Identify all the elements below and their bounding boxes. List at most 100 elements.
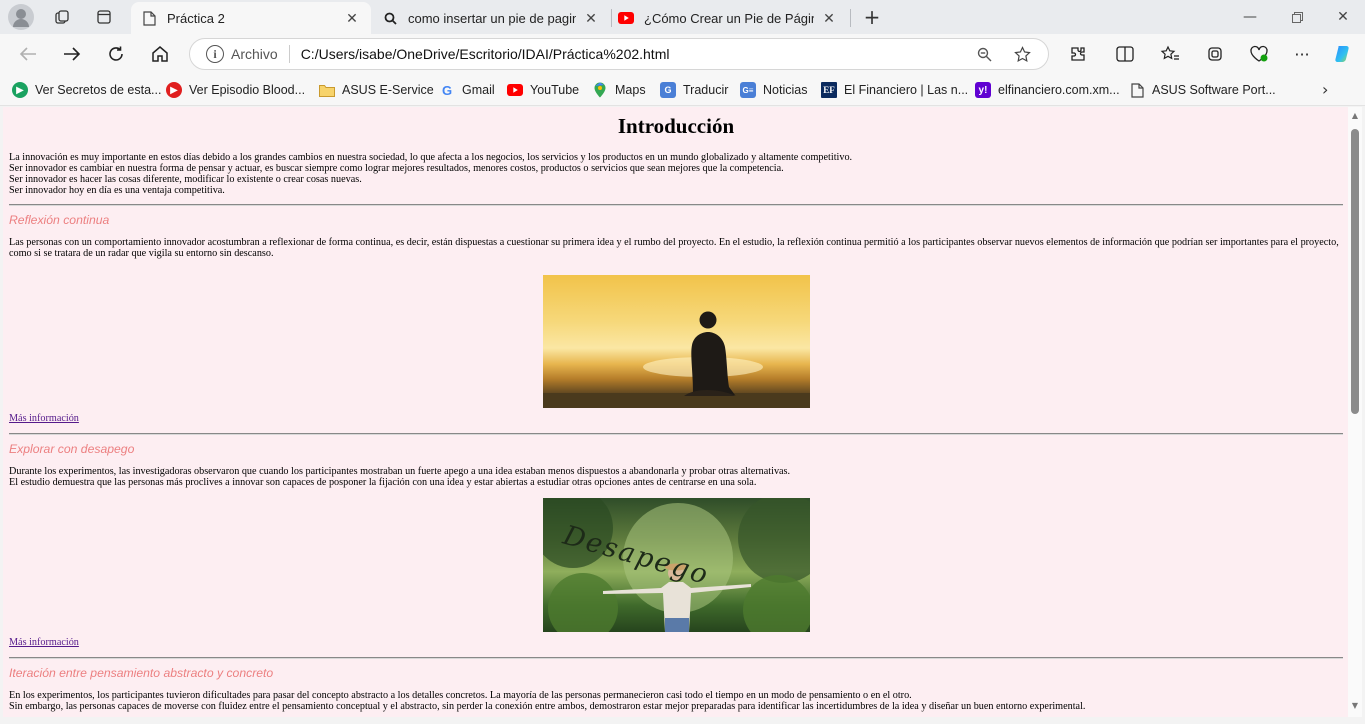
reflection-sunset-image — [542, 275, 810, 408]
folder-icon — [319, 82, 335, 98]
new-tab-button[interactable]: + — [860, 5, 884, 29]
bookmark-label: Gmail — [462, 83, 495, 97]
restore-icon[interactable] — [1285, 5, 1309, 29]
youtube-icon — [618, 10, 634, 26]
settings-more-icon[interactable]: ··· — [1290, 42, 1314, 66]
workspaces-icon[interactable] — [50, 5, 74, 29]
section-paragraph: Durante los experimentos, las investigad… — [9, 466, 791, 477]
intro-line: Ser innovador hoy en día es una ventaja … — [9, 185, 225, 196]
section-body: Durante los experimentos, las investigad… — [9, 466, 1343, 488]
bookmark-label: Ver Secretos de esta... — [35, 83, 162, 97]
bookmark-label: Ver Episodio Blood... — [189, 83, 306, 97]
address-bar[interactable]: i Archivo C:/Users/isabe/OneDrive/Escrit… — [189, 38, 1049, 70]
intro-line: Ser innovador es cambiar en nuestra form… — [9, 163, 784, 174]
page-content: Introducción La innovación es muy import… — [9, 107, 1343, 717]
bookmark-item[interactable]: y! elfinanciero.com.xm... — [975, 81, 1120, 99]
minimize-icon[interactable]: — — [1238, 5, 1262, 29]
close-tab-icon[interactable]: ✕ — [582, 10, 600, 27]
divider — [9, 204, 1343, 206]
favorites-icon[interactable] — [1158, 42, 1182, 66]
home-icon[interactable] — [146, 40, 174, 68]
profile-avatar-icon[interactable] — [8, 4, 34, 30]
scroll-up-icon[interactable]: ▲ — [1350, 111, 1360, 121]
scrollbar-thumb[interactable] — [1351, 129, 1359, 414]
page-icon — [1129, 82, 1145, 98]
close-tab-icon[interactable]: ✕ — [820, 10, 838, 27]
bookmark-item[interactable]: ASUS E-Service — [319, 81, 434, 99]
bookmark-item[interactable]: G Traducir — [660, 81, 728, 99]
refresh-icon[interactable] — [102, 40, 130, 68]
news-icon: G≡ — [740, 82, 756, 98]
bookmark-item[interactable]: G Gmail — [439, 81, 495, 99]
bookmark-item[interactable]: EF El Financiero | Las n... — [821, 81, 968, 99]
more-info-link[interactable]: Más información — [9, 413, 1343, 425]
back-arrow-icon[interactable] — [14, 40, 42, 68]
section-heading: Iteración entre pensamiento abstracto y … — [9, 666, 274, 680]
page-icon — [141, 10, 157, 26]
close-tab-icon[interactable]: ✕ — [343, 10, 361, 27]
bookmark-item[interactable]: G≡ Noticias — [740, 81, 807, 99]
ef-icon: EF — [821, 82, 837, 98]
intro-line: Ser innovador es hacer las cosas diferen… — [9, 174, 362, 185]
bookmark-label: ASUS Software Port... — [1152, 83, 1276, 97]
browser-essentials-icon[interactable] — [1247, 42, 1271, 66]
section-body: Las personas con un comportamiento innov… — [9, 237, 1343, 259]
divider — [9, 657, 1343, 659]
tab-title: ¿Cómo Crear un Pie de Página Efe — [644, 10, 814, 26]
site-info-icon[interactable]: i — [206, 45, 224, 63]
bookmark-label: YouTube — [530, 83, 580, 97]
split-screen-icon[interactable] — [1113, 42, 1137, 66]
tab-title: Práctica 2 — [167, 10, 225, 26]
intro-line: La innovación es muy importante en estos… — [9, 152, 853, 163]
bookmarks-bar: ▶ Ver Secretos de esta... ▶ Ver Episodio… — [0, 74, 1365, 106]
zoom-icon[interactable] — [972, 42, 996, 66]
url-input[interactable]: C:/Users/isabe/OneDrive/Escritorio/IDAI/… — [301, 46, 972, 62]
maps-pin-icon — [592, 82, 608, 98]
favorite-star-icon[interactable] — [1010, 42, 1034, 66]
section-body: En los experimentos, los participantes t… — [9, 690, 1343, 712]
section-paragraph: En los experimentos, los participantes t… — [9, 690, 912, 701]
close-window-icon[interactable]: ✕ — [1331, 5, 1355, 29]
search-icon — [382, 10, 398, 26]
bookmark-item[interactable]: ▶ Ver Secretos de esta... — [12, 81, 161, 99]
section-paragraph: Las personas con un comportamiento innov… — [9, 237, 1339, 259]
collections-icon[interactable] — [1203, 42, 1227, 66]
section-paragraph: Sin embargo, las personas capaces de mov… — [9, 701, 1086, 712]
tab-strip: Práctica 2 ✕ como insertar un pie de pag… — [0, 0, 1365, 34]
chevron-right-icon[interactable]: › — [1322, 80, 1328, 99]
translate-icon: G — [660, 82, 676, 98]
bookmark-item[interactable]: ▶ Ver Episodio Blood... — [166, 81, 305, 99]
copilot-icon[interactable] — [1331, 42, 1355, 66]
navigation-toolbar: i Archivo C:/Users/isabe/OneDrive/Escrit… — [0, 34, 1365, 74]
vertical-scrollbar[interactable]: ▲ ▼ — [1348, 107, 1362, 717]
bookmark-label: Maps — [615, 83, 646, 97]
bookmark-label: ASUS E-Service — [342, 83, 434, 97]
bookmark-label: Traducir — [683, 83, 729, 97]
section-heading: Reflexión continua — [9, 213, 110, 227]
forward-arrow-icon[interactable] — [58, 40, 86, 68]
url-scheme-label: Archivo — [231, 46, 278, 62]
tab-youtube[interactable]: ¿Cómo Crear un Pie de Página Efe ✕ — [608, 2, 848, 34]
section-paragraph: El estudio demuestra que las personas má… — [9, 477, 757, 488]
divider — [9, 433, 1343, 435]
bookmark-label: El Financiero | Las n... — [844, 83, 969, 97]
bookmark-label: elfinanciero.com.xm... — [998, 83, 1120, 97]
more-info-link[interactable]: Más información — [9, 637, 1343, 649]
intro-paragraph: La innovación es muy importante en estos… — [9, 152, 1343, 196]
bookmark-item[interactable]: ASUS Software Port... — [1129, 81, 1276, 99]
bookmark-item[interactable]: YouTube — [507, 81, 579, 99]
bookmark-label: Noticias — [763, 83, 808, 97]
play-circle-icon: ▶ — [12, 82, 28, 98]
extensions-icon[interactable] — [1066, 42, 1090, 66]
play-circle-icon: ▶ — [166, 82, 182, 98]
page-title: Introducción — [617, 114, 735, 138]
desapego-forest-image: Desapego — [542, 498, 810, 632]
scroll-down-icon[interactable]: ▼ — [1350, 701, 1360, 711]
bookmark-item[interactable]: Maps — [592, 81, 646, 99]
tab-practica-2[interactable]: Práctica 2 ✕ — [131, 2, 371, 34]
google-icon: G — [441, 82, 453, 98]
section-heading: Explorar con desapego — [9, 442, 135, 456]
tab-google-search[interactable]: como insertar un pie de pagina en ✕ — [372, 2, 610, 34]
youtube-icon — [507, 82, 523, 98]
vertical-tabs-icon[interactable] — [92, 5, 116, 29]
